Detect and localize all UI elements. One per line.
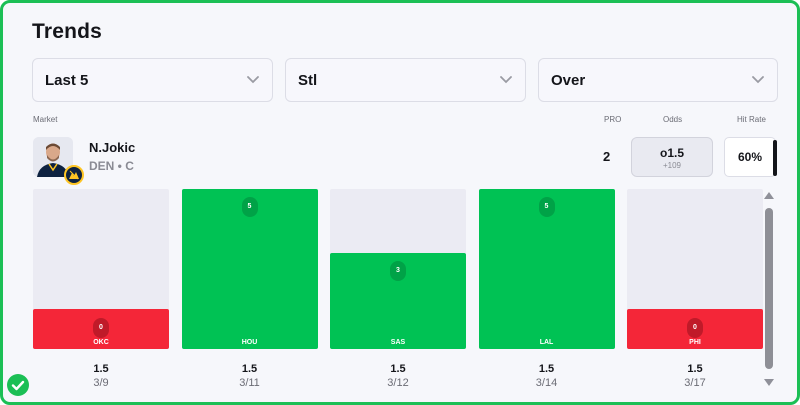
nuggets-logo-icon [64, 165, 84, 185]
trends-card: Trends Last 5 Stl Over Market PRO Odds H… [0, 0, 800, 405]
line-label: 1.5 [687, 363, 703, 375]
bar: 5 LAL [478, 189, 615, 349]
hit-rate-header: Hit Rate [737, 115, 766, 124]
bar-column[interactable]: 5 LAL [478, 189, 615, 349]
pro-value: 2 [603, 149, 611, 164]
chevron-down-icon [500, 76, 512, 84]
trend-bar-chart: 0 OKC 5 HOU 3 SAS 5 LAL 0 PHI [33, 189, 763, 349]
bar-column[interactable]: 0 OKC [33, 189, 169, 349]
range-dropdown[interactable]: Last 5 [32, 58, 273, 102]
bar: 0 OKC [33, 309, 169, 349]
chevron-down-icon [752, 76, 764, 84]
player-name[interactable]: N.Jokic [89, 140, 135, 155]
direction-dropdown-value: Over [551, 71, 586, 89]
line-label: 1.5 [538, 363, 555, 375]
bar-column[interactable]: 0 PHI [627, 189, 763, 349]
bar-value-label: 5 [241, 197, 258, 217]
stat-dropdown[interactable]: Stl [285, 58, 526, 102]
opponent-label: OKC [93, 339, 109, 346]
bar: 0 PHI [627, 309, 763, 349]
date-label: 3/9 [93, 377, 109, 389]
market-header: Market [33, 115, 58, 124]
date-label: 3/14 [535, 377, 558, 389]
page-title: Trends [32, 20, 103, 43]
scroll-up-arrow-icon[interactable] [764, 192, 774, 199]
date-label: 3/11 [239, 377, 260, 389]
opponent-label: HOU [241, 339, 258, 346]
odds-button[interactable]: o1.5 +109 [631, 137, 713, 177]
opponent-label: SAS [390, 339, 406, 346]
range-dropdown-value: Last 5 [45, 71, 89, 89]
bar-value-label: 3 [390, 261, 406, 281]
bar-value-label: 0 [687, 318, 703, 338]
bar-column[interactable]: 3 SAS [330, 189, 466, 349]
hit-rate-value: 60% [724, 137, 777, 177]
scroll-down-arrow-icon[interactable] [764, 379, 774, 386]
opponent-label: PHI [689, 339, 701, 346]
bar: 3 SAS [330, 253, 466, 349]
chevron-down-icon [247, 76, 259, 84]
date-label: 3/12 [387, 377, 409, 389]
odds-line: o1.5 [659, 146, 684, 160]
bar: 5 HOU [181, 189, 318, 349]
pro-header: PRO [604, 115, 622, 124]
check-circle-icon [7, 374, 29, 396]
player-meta: DEN • C [89, 159, 134, 173]
stat-dropdown-value: Stl [298, 71, 318, 89]
odds-header: Odds [663, 115, 683, 124]
odds-price: +109 [662, 161, 682, 170]
bar-value-label: 5 [538, 197, 555, 217]
direction-dropdown[interactable]: Over [538, 58, 778, 102]
bar-column[interactable]: 5 HOU [181, 189, 318, 349]
line-label: 1.5 [93, 363, 109, 375]
line-label: 1.5 [241, 363, 258, 375]
opponent-label: LAL [539, 339, 554, 346]
date-label: 3/17 [684, 377, 706, 389]
line-label: 1.5 [390, 363, 406, 375]
bar-value-label: 0 [93, 318, 109, 338]
scrollbar-thumb[interactable] [765, 208, 773, 369]
